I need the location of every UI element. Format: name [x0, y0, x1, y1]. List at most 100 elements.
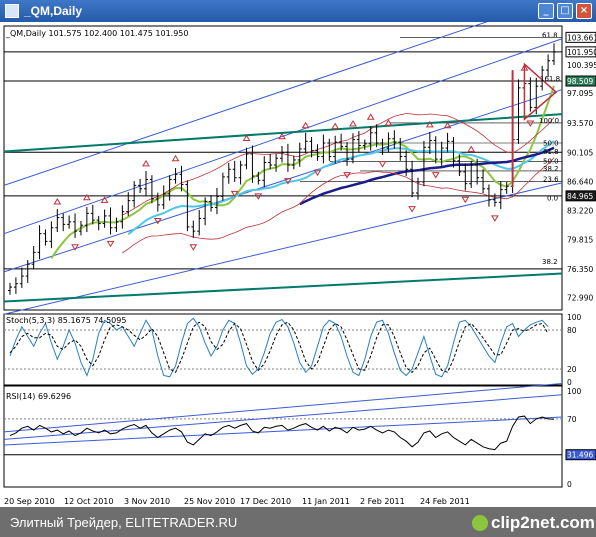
price-bar	[238, 160, 243, 185]
stoch-main-line	[9, 317, 549, 378]
price-axis-label: 90.105	[567, 148, 593, 157]
fib-level-label: 23.6	[543, 176, 559, 184]
rsi-axis-label: 70	[567, 415, 577, 424]
fractal-up-marker	[171, 154, 180, 162]
price-bar	[167, 175, 172, 201]
price-bar	[303, 132, 308, 154]
window-titlebar: _QM,Daily _ □ ×	[0, 0, 596, 22]
rsi-channel-line-0	[3, 394, 563, 440]
price-bar	[232, 160, 237, 182]
fib-level-label: 161.8	[540, 75, 560, 83]
fractal-down-marker	[106, 240, 115, 248]
maximize-button[interactable]: □	[557, 3, 573, 19]
price-axis-label: 72.990	[567, 293, 593, 302]
fib-level-label: 38.2	[543, 165, 559, 173]
price-bar	[132, 181, 137, 208]
date-axis-label: 2 Feb 2011	[360, 497, 405, 506]
rsi-panel	[3, 383, 563, 456]
channel-line-0	[3, 182, 563, 315]
price-bar	[8, 282, 12, 295]
fractal-down-marker	[254, 193, 263, 200]
lower-teal-trendline	[3, 272, 563, 303]
rsi-channel-line-2	[3, 416, 563, 446]
price-axis-label: 84.965	[567, 192, 593, 201]
fractal-up-marker	[142, 159, 150, 167]
chart-frame	[3, 25, 563, 488]
fractal-up-marker	[467, 145, 476, 152]
price-axis-label: 98.509	[567, 77, 593, 86]
fractal-down-marker	[526, 120, 535, 127]
fractal-up-marker	[331, 122, 340, 130]
clip2net-logo-icon	[472, 515, 488, 531]
price-chart[interactable]: 103.661 101.950 100.395 98.509 97.095 93.570 9…	[0, 22, 596, 507]
price-bar	[67, 215, 72, 229]
price-panel-title: _QM,Daily 101.575 102.400 101.475 101.95…	[5, 29, 188, 38]
stoch-axis-label: 100	[567, 313, 582, 322]
fractal-up-marker	[366, 113, 375, 120]
price-bar	[13, 277, 18, 294]
date-axis-label: 25 Nov 2010	[184, 497, 235, 506]
price-axis-label: 86.640	[567, 178, 593, 187]
minimize-button[interactable]: _	[538, 3, 554, 19]
price-bar	[421, 140, 426, 187]
price-bar	[321, 134, 326, 164]
fractal-down-marker	[461, 196, 470, 204]
price-panel	[3, 22, 563, 315]
price-bar	[114, 217, 119, 233]
price-bar	[285, 143, 290, 172]
stoch-panel-title: Stoch(5,3,3) 85.1675 74.5095	[6, 316, 126, 325]
fractal-down-marker	[408, 206, 416, 213]
rsi-axis-label: 100	[567, 387, 582, 396]
price-bar	[214, 187, 219, 215]
rsi-panel-title: RSI(14) 69.6296	[6, 392, 71, 401]
date-axis-label: 12 Oct 2010	[64, 497, 113, 506]
price-bar	[481, 169, 486, 194]
price-bar	[280, 145, 284, 163]
fractal-up-marker	[53, 198, 62, 205]
date-axis-label: 20 Sep 2010	[4, 497, 55, 506]
rsi-axis-label: 31.496	[567, 451, 593, 460]
price-bar	[102, 209, 107, 228]
price-bar	[392, 130, 397, 149]
price-bar	[244, 147, 249, 170]
price-bar	[463, 163, 468, 191]
price-axis-label: 76.350	[567, 265, 593, 274]
price-bar	[43, 229, 48, 246]
clip2net-logo: clip2net.com	[491, 513, 595, 532]
rsi-axis-label: 0	[567, 480, 572, 489]
price-bar	[19, 267, 24, 288]
price-bar	[445, 132, 450, 153]
price-bar	[73, 213, 78, 238]
chart-window-icon	[5, 4, 19, 18]
close-button[interactable]: ×	[576, 3, 592, 19]
rsi-channel-line-1	[3, 383, 563, 433]
channel-line-3	[3, 22, 488, 186]
price-bar	[416, 177, 420, 200]
price-bar	[504, 181, 509, 194]
price-panel-border	[3, 25, 563, 311]
price-bar	[327, 138, 332, 161]
stoch-axis-label: 80	[567, 326, 577, 335]
price-axis-label: 79.815	[567, 236, 593, 245]
price-bar	[291, 155, 296, 170]
fib-level-label: 100.0	[539, 117, 559, 125]
footer-bar: Элитный Трейдер, ELITETRADER.RU clip2net…	[0, 507, 596, 537]
price-bar	[84, 206, 89, 233]
channel-line-1	[3, 89, 563, 273]
green-moving-average	[50, 85, 555, 259]
price-bar	[197, 209, 202, 236]
price-bar	[345, 142, 350, 166]
fib-level-label: 0.0	[547, 195, 558, 203]
price-bar	[220, 172, 225, 201]
price-bar	[108, 207, 113, 235]
price-bar	[61, 213, 66, 232]
price-axis-label: 93.570	[567, 119, 593, 128]
price-bar	[226, 162, 231, 184]
price-bar	[31, 245, 36, 269]
stochastic-panel	[4, 317, 562, 378]
date-axis-label: 17 Dec 2010	[240, 497, 291, 506]
price-axis-label: 83.220	[567, 207, 593, 216]
stoch-axis-label: 20	[567, 365, 577, 374]
price-bar	[268, 154, 273, 170]
window-title: _QM,Daily	[24, 4, 83, 18]
